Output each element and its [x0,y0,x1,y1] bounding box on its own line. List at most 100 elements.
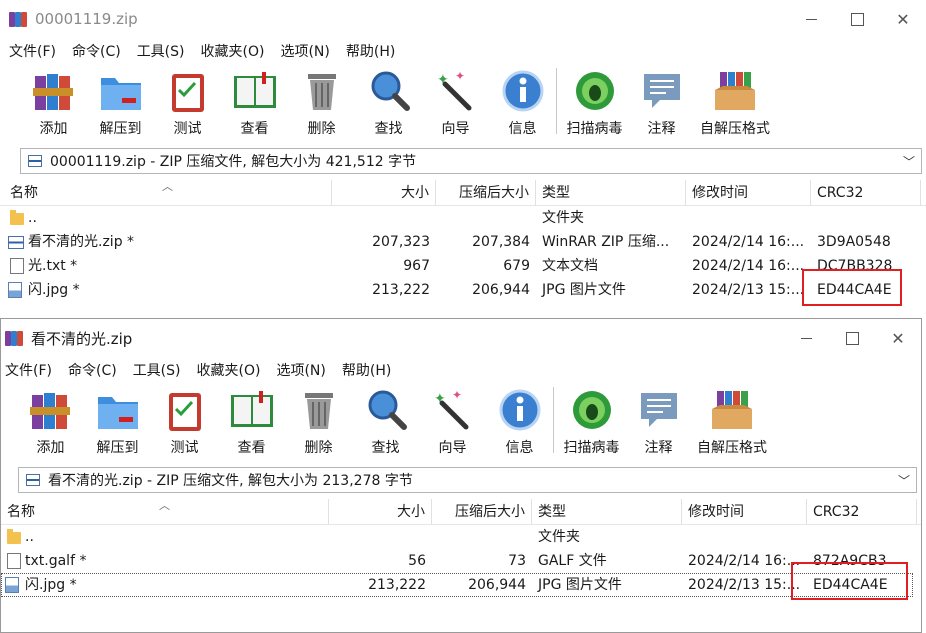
file-crc32: 3D9A0548 [817,234,891,250]
menu-favorites[interactable]: 收藏夹(O) [197,360,261,380]
menu-tools[interactable]: 工具(S) [137,41,185,61]
close-button[interactable]: ✕ [880,0,926,38]
column-modified[interactable]: 修改时间 [682,499,807,525]
column-size[interactable]: 大小 [329,499,432,525]
address-text: 看不清的光.zip - ZIP 压缩文件, 解包大小为 213,278 字节 [48,473,413,489]
window-title: 00001119.zip [35,10,138,28]
scan-virus-button[interactable]: 扫描病毒 [561,64,628,138]
file-size: 213,222 [368,577,426,593]
delete-label: 删除 [304,440,333,456]
list-item[interactable]: .. 文件夹 [0,206,926,230]
winrar-window-inner: 看不清的光.zip ✕ 文件(F) 命令(C) 工具(S) 收藏夹(O) 选项(… [0,318,922,633]
sfx-label: 自解压格式 [697,440,767,456]
menu-bar: 文件(F) 命令(C) 工具(S) 收藏夹(O) 选项(N) 帮助(H) [1,357,921,383]
svg-text:✦: ✦ [437,72,449,88]
column-packed-size[interactable]: 压缩后大小 [432,499,532,525]
column-type[interactable]: 类型 [536,180,686,206]
file-list-header: 名称 ︿ 大小 压缩后大小 类型 修改时间 CRC32 [0,180,926,206]
chevron-down-icon[interactable]: ﹀ [903,153,915,170]
menu-commands[interactable]: 命令(C) [68,360,117,380]
minimize-button[interactable] [783,319,829,357]
wizard-button[interactable]: ✦ ✦ 向导 [422,64,489,138]
column-modified[interactable]: 修改时间 [686,180,811,206]
close-button[interactable]: ✕ [875,319,921,357]
find-button[interactable]: 查找 [352,383,419,457]
add-button[interactable]: 添加 [17,383,84,457]
open-book-icon [229,387,275,433]
list-item[interactable]: .. 文件夹 [1,525,921,549]
file-size: 213,222 [372,282,430,298]
info-button[interactable]: 信息 [486,383,553,457]
menu-favorites[interactable]: 收藏夹(O) [201,41,265,61]
info-icon [500,68,546,114]
column-type[interactable]: 类型 [532,499,682,525]
menu-options[interactable]: 选项(N) [276,360,325,380]
maximize-button[interactable] [829,319,875,357]
address-bar[interactable]: 看不清的光.zip - ZIP 压缩文件, 解包大小为 213,278 字节 ﹀ [18,467,917,493]
add-button[interactable]: 添加 [20,64,87,138]
delete-button[interactable]: 删除 [285,383,352,457]
file-type: GALF 文件 [538,553,607,569]
find-button[interactable]: 查找 [355,64,422,138]
scan-virus-label: 扫描病毒 [563,440,620,456]
file-name: 闪.jpg * [28,282,80,298]
speech-bubble-icon [636,387,682,433]
address-bar[interactable]: 00001119.zip - ZIP 压缩文件, 解包大小为 421,512 字… [20,148,922,174]
file-packed-size: 73 [508,553,526,569]
svg-text:✦: ✦ [455,69,465,83]
column-crc32[interactable]: CRC32 [807,499,917,525]
sfx-box-icon [709,387,755,433]
maximize-button[interactable] [834,0,880,38]
sfx-button[interactable]: 自解压格式 [692,383,772,457]
info-button[interactable]: 信息 [489,64,556,138]
image-file-icon [5,577,19,593]
test-button[interactable]: 测试 [154,64,221,138]
sfx-button[interactable]: 自解压格式 [695,64,775,138]
list-item[interactable]: 闪.jpg * 213,222 206,944 JPG 图片文件 2024/2/… [0,278,926,302]
column-crc32[interactable]: CRC32 [811,180,921,206]
title-bar[interactable]: 看不清的光.zip ✕ [1,319,921,357]
winrar-app-icon [9,10,27,28]
books-stack-icon [31,68,77,114]
list-item[interactable]: 看不清的光.zip * 207,323 207,384 WinRAR ZIP 压… [0,230,926,254]
magic-wand-icon: ✦ ✦ [430,387,476,433]
comment-button[interactable]: 注释 [625,383,692,457]
menu-help[interactable]: 帮助(H) [346,41,395,61]
column-packed-size[interactable]: 压缩后大小 [436,180,536,206]
zip-archive-icon [26,474,40,486]
svg-text:✦: ✦ [434,391,446,407]
chevron-down-icon[interactable]: ﹀ [898,472,910,489]
delete-button[interactable]: 删除 [288,64,355,138]
list-item[interactable]: 光.txt * 967 679 文本文档 2024/2/14 16:... DC… [0,254,926,278]
minimize-button[interactable] [788,0,834,38]
winrar-app-icon [5,329,23,347]
list-item[interactable]: txt.galf * 56 73 GALF 文件 2024/2/14 16:..… [1,549,921,573]
file-list: .. 文件夹 看不清的光.zip * 207,323 207,384 WinRA… [0,206,926,302]
column-name[interactable]: 名称 ︿ [1,499,329,525]
extract-to-button[interactable]: 解压到 [87,64,154,138]
file-packed-size: 207,384 [472,234,530,250]
speech-bubble-icon [639,68,685,114]
menu-file[interactable]: 文件(F) [5,360,52,380]
title-bar[interactable]: 00001119.zip ✕ [0,0,926,38]
test-button[interactable]: 测试 [151,383,218,457]
scan-virus-button[interactable]: 扫描病毒 [558,383,625,457]
menu-file[interactable]: 文件(F) [9,41,56,61]
view-button[interactable]: 查看 [221,64,288,138]
sfx-box-icon [712,68,758,114]
column-size[interactable]: 大小 [332,180,436,206]
file-packed-size: 679 [503,258,530,274]
menu-commands[interactable]: 命令(C) [72,41,121,61]
column-name[interactable]: 名称 ︿ [4,180,332,206]
menu-help[interactable]: 帮助(H) [342,360,391,380]
wizard-button[interactable]: ✦ ✦ 向导 [419,383,486,457]
toolbar-separator [553,387,554,453]
comment-button[interactable]: 注释 [628,64,695,138]
file-name: 光.txt * [28,258,78,274]
menu-tools[interactable]: 工具(S) [133,360,181,380]
find-label: 查找 [371,440,400,456]
view-button[interactable]: 查看 [218,383,285,457]
list-item-selected[interactable]: 闪.jpg * 213,222 206,944 JPG 图片文件 2024/2/… [1,573,913,597]
menu-options[interactable]: 选项(N) [280,41,329,61]
extract-to-button[interactable]: 解压到 [84,383,151,457]
